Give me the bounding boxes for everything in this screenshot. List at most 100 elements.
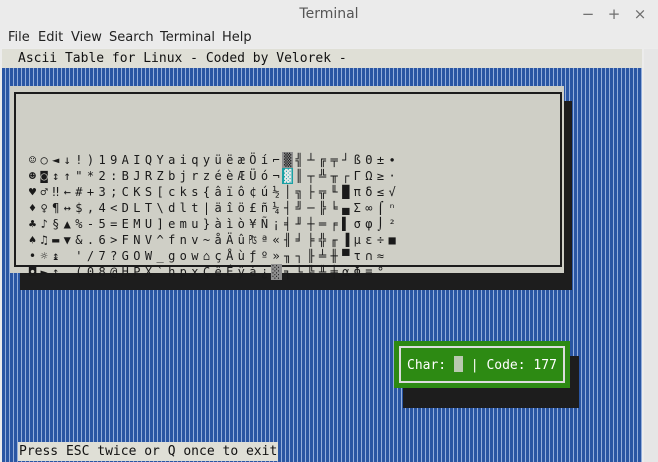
ascii-cell[interactable]: 0 [85, 264, 96, 280]
ascii-cell[interactable]: ╦ [317, 184, 328, 200]
ascii-cell[interactable]: p [178, 264, 189, 280]
menu-terminal[interactable]: Terminal [160, 30, 215, 45]
ascii-cell[interactable]: ä [213, 200, 224, 216]
ascii-cell[interactable]: P [131, 264, 142, 280]
ascii-cell[interactable]: ┴ [305, 152, 316, 168]
ascii-cell[interactable]: ═ [317, 216, 328, 232]
ascii-cell[interactable]: ├ [305, 184, 316, 200]
ascii-cell[interactable]: Θ [363, 152, 374, 168]
ascii-cell[interactable]: ± [375, 152, 386, 168]
ascii-cell[interactable]: 2 [97, 168, 108, 184]
ascii-cell[interactable]: Ü [247, 168, 258, 184]
ascii-cell[interactable]: £ [247, 200, 258, 216]
ascii-cell[interactable]: { [201, 184, 212, 200]
menu-edit[interactable]: Edit [38, 30, 63, 45]
ascii-cell[interactable]: i [178, 152, 189, 168]
ascii-cell[interactable]: L [131, 200, 142, 216]
ascii-cell[interactable]: τ [352, 248, 363, 264]
ascii-cell[interactable]: ╒ [329, 216, 340, 232]
ascii-cell[interactable]: Æ [236, 168, 247, 184]
ascii-cell[interactable]: ² [387, 216, 398, 232]
ascii-cell[interactable]: º [259, 248, 270, 264]
ascii-cell[interactable]: 6 [97, 232, 108, 248]
ascii-cell[interactable]: N [131, 232, 142, 248]
ascii-cell[interactable]: ─ [305, 200, 316, 216]
ascii-cell[interactable]: g [166, 248, 177, 264]
ascii-cell[interactable]: v [189, 232, 200, 248]
ascii-cell[interactable]: û [236, 232, 247, 248]
ascii-cell[interactable]: @ [108, 264, 119, 280]
ascii-cell[interactable]: ü [213, 152, 224, 168]
ascii-cell[interactable]: ╠ [317, 200, 328, 216]
ascii-cell[interactable]: ╪ [329, 264, 340, 280]
ascii-cell[interactable]: ► [39, 264, 50, 280]
ascii-cell[interactable]: ° [375, 264, 386, 280]
ascii-cell[interactable]: ∙ [387, 152, 398, 168]
ascii-cell[interactable]: ╧ [317, 248, 328, 264]
ascii-cell[interactable]: ú [259, 184, 270, 200]
menu-search[interactable]: Search [109, 30, 154, 45]
ascii-cell[interactable]: n [178, 232, 189, 248]
ascii-cell[interactable]: Γ [352, 168, 363, 184]
ascii-cell[interactable]: █ [340, 184, 351, 200]
ascii-cell[interactable]: ↓ [62, 152, 73, 168]
ascii-cell[interactable]: ∞ [363, 200, 374, 216]
ascii-cell[interactable]: ╞ [305, 232, 316, 248]
menu-view[interactable]: View [71, 30, 102, 45]
ascii-cell[interactable]: - [85, 216, 96, 232]
ascii-cell[interactable]: ╤ [329, 152, 340, 168]
ascii-cell[interactable]: U [143, 216, 154, 232]
ascii-cell[interactable]: ⌠ [375, 200, 386, 216]
ascii-cell[interactable]: ì [224, 216, 235, 232]
ascii-cell[interactable]: ♦ [27, 200, 38, 216]
ascii-cell[interactable]: ε [363, 232, 374, 248]
ascii-cell[interactable]: d [166, 200, 177, 216]
ascii-cell[interactable]: f [166, 232, 177, 248]
ascii-cell[interactable]: " [73, 168, 84, 184]
ascii-cell[interactable]: ¥ [247, 216, 258, 232]
ascii-cell[interactable]: ↨ [50, 248, 61, 264]
ascii-cell[interactable]: ◙ [39, 168, 50, 184]
menu-help[interactable]: Help [222, 30, 252, 45]
ascii-cell[interactable]: = [108, 216, 119, 232]
ascii-cell[interactable]: u [189, 216, 200, 232]
ascii-cell[interactable]: É [224, 264, 235, 280]
ascii-cell[interactable]: w [189, 248, 200, 264]
ascii-cell[interactable]: 3 [97, 184, 108, 200]
ascii-cell[interactable]: ▐ [340, 232, 351, 248]
ascii-cell[interactable]: √ [387, 184, 398, 200]
ascii-cell[interactable]: é [213, 168, 224, 184]
ascii-cell[interactable]: ≈ [375, 248, 386, 264]
ascii-cell[interactable]: σ [352, 216, 363, 232]
ascii-cell[interactable]: ò [236, 216, 247, 232]
ascii-cell[interactable]: ┘ [340, 152, 351, 168]
ascii-cell[interactable]: à [213, 216, 224, 232]
ascii-cell[interactable]: • [27, 248, 38, 264]
ascii-cell[interactable]: 7 [97, 248, 108, 264]
ascii-cell[interactable]: K [131, 184, 142, 200]
ascii-cell[interactable]: 5 [97, 216, 108, 232]
ascii-cell[interactable]: └ [294, 264, 305, 280]
ascii-cell[interactable]: ÿ [236, 264, 247, 280]
ascii-cell[interactable]: b [166, 168, 177, 184]
ascii-cell[interactable]: t [189, 200, 200, 216]
ascii-cell[interactable]: ù [236, 248, 247, 264]
ascii-cell[interactable]: Ñ [259, 216, 270, 232]
ascii-cell[interactable]: l [178, 200, 189, 216]
ascii-cell[interactable]: j [178, 168, 189, 184]
ascii-cell[interactable]: R [143, 168, 154, 184]
ascii-cell[interactable]: ▬ [50, 232, 61, 248]
ascii-cell[interactable]: + [85, 184, 96, 200]
ascii-cell[interactable]: < [108, 200, 119, 216]
ascii-cell[interactable]: ↑ [50, 264, 61, 280]
ascii-cell[interactable]: î [224, 200, 235, 216]
ascii-cell[interactable]: æ [236, 152, 247, 168]
ascii-cell[interactable]: \ [155, 200, 166, 216]
ascii-cell[interactable]: ‼ [50, 184, 61, 200]
ascii-cell[interactable]: ¼ [271, 200, 282, 216]
ascii-cell[interactable]: » [271, 248, 282, 264]
ascii-cell[interactable]: ♪ [39, 216, 50, 232]
ascii-cell[interactable]: ╔ [317, 152, 328, 168]
ascii-cell[interactable]: m [178, 216, 189, 232]
ascii-cell[interactable]: ¢ [247, 184, 258, 200]
